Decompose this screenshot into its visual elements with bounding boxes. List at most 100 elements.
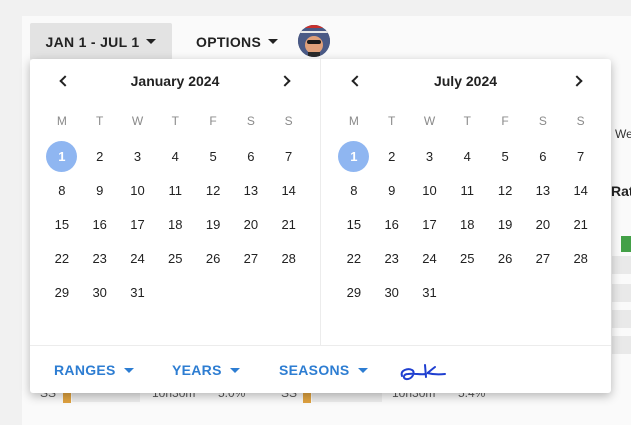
day-number: 3: [133, 148, 142, 164]
day-number: 11: [460, 182, 475, 198]
day-cell[interactable]: 28: [270, 241, 308, 275]
day-cell[interactable]: 8: [335, 173, 373, 207]
day-cell[interactable]: 27: [232, 241, 270, 275]
day-number: 30: [92, 284, 107, 300]
day-cell[interactable]: 30: [373, 275, 411, 309]
day-number: 18: [168, 216, 183, 232]
day-cell[interactable]: 15: [43, 207, 81, 241]
day-cell[interactable]: 13: [524, 173, 562, 207]
chevron-right-icon: [570, 75, 583, 87]
chevron-right-icon: [278, 75, 291, 87]
day-cell[interactable]: 23: [81, 241, 119, 275]
date-range-button[interactable]: JAN 1 - JUL 1: [30, 23, 172, 60]
day-cell[interactable]: 4: [448, 139, 486, 173]
calendar-start: January 2024 MTWTFSS 1 2 3 4 5 6 7 8 9 10 11 12 13 14…: [30, 59, 320, 345]
day-cell[interactable]: 13: [232, 173, 270, 207]
day-cell[interactable]: 12: [194, 173, 232, 207]
weekday-header: MTWTFSS: [43, 111, 308, 131]
day-cell[interactable]: 28: [562, 241, 600, 275]
day-number: 16: [384, 216, 399, 232]
day-cell[interactable]: 24: [119, 241, 157, 275]
day-cell[interactable]: 15: [335, 207, 373, 241]
background-row: [612, 256, 631, 274]
day-cell[interactable]: 12: [486, 173, 524, 207]
day-cell[interactable]: 2: [81, 139, 119, 173]
day-cell[interactable]: 16: [81, 207, 119, 241]
day-cell[interactable]: 30: [81, 275, 119, 309]
day-cell[interactable]: 21: [270, 207, 308, 241]
previous-month-button[interactable]: [344, 71, 366, 91]
day-cell[interactable]: 6: [232, 139, 270, 173]
day-number: 10: [130, 182, 145, 198]
day-cell[interactable]: 22: [335, 241, 373, 275]
day-cell-selected[interactable]: 1: [43, 139, 81, 173]
day-cell[interactable]: 20: [524, 207, 562, 241]
day-cell[interactable]: 20: [232, 207, 270, 241]
day-cell[interactable]: 7: [562, 139, 600, 173]
day-cell[interactable]: 16: [373, 207, 411, 241]
day-cell[interactable]: 25: [156, 241, 194, 275]
day-cell[interactable]: 9: [81, 173, 119, 207]
day-cell[interactable]: 29: [335, 275, 373, 309]
calendar-end: July 2024 MTWTFSS 1 2 3 4 5 6 7 8 9 10 11 12 13 14 15 1…: [320, 59, 610, 345]
seasons-button[interactable]: SEASONS: [279, 362, 368, 378]
ok-button[interactable]: [398, 362, 450, 389]
day-cell[interactable]: 31: [119, 275, 157, 309]
day-cell[interactable]: 11: [448, 173, 486, 207]
day-number: 30: [384, 284, 399, 300]
background-row: [612, 336, 631, 354]
day-cell[interactable]: 10: [119, 173, 157, 207]
day-cell[interactable]: 24: [411, 241, 449, 275]
day-cell[interactable]: 18: [448, 207, 486, 241]
day-cell[interactable]: 8: [43, 173, 81, 207]
day-number: 10: [422, 182, 437, 198]
day-cell[interactable]: 3: [411, 139, 449, 173]
day-cell[interactable]: 22: [43, 241, 81, 275]
avatar[interactable]: [298, 25, 330, 57]
day-number: 29: [346, 284, 362, 300]
day-cell[interactable]: 4: [156, 139, 194, 173]
day-cell[interactable]: 6: [524, 139, 562, 173]
day-number: 26: [497, 250, 513, 266]
day-cell[interactable]: 18: [156, 207, 194, 241]
weekday-label: T: [388, 114, 396, 128]
day-cell[interactable]: 26: [486, 241, 524, 275]
day-cell[interactable]: 23: [373, 241, 411, 275]
day-cell-selected[interactable]: 1: [335, 139, 373, 173]
day-cell[interactable]: 25: [448, 241, 486, 275]
day-cell[interactable]: 19: [194, 207, 232, 241]
day-grid: 1 2 3 4 5 6 7 8 9 10 11 12 13 14 15 16 17 18 19 20 21 22 23 24 2…: [43, 139, 308, 309]
next-month-button[interactable]: [275, 71, 297, 91]
day-cell[interactable]: 26: [194, 241, 232, 275]
day-number: 25: [168, 250, 183, 266]
day-cell[interactable]: 2: [373, 139, 411, 173]
day-number: 20: [535, 216, 551, 232]
day-cell[interactable]: 11: [156, 173, 194, 207]
day-cell[interactable]: 27: [524, 241, 562, 275]
next-month-button[interactable]: [567, 71, 589, 91]
day-cell[interactable]: 3: [119, 139, 157, 173]
day-cell[interactable]: 17: [119, 207, 157, 241]
day-cell[interactable]: 14: [562, 173, 600, 207]
day-cell[interactable]: 31: [411, 275, 449, 309]
day-number: 6: [247, 148, 255, 164]
day-cell[interactable]: 19: [486, 207, 524, 241]
day-cell[interactable]: 29: [43, 275, 81, 309]
day-cell[interactable]: 9: [373, 173, 411, 207]
chevron-left-icon: [58, 75, 71, 87]
day-cell[interactable]: 5: [194, 139, 232, 173]
day-cell[interactable]: 5: [486, 139, 524, 173]
day-cell[interactable]: 10: [411, 173, 449, 207]
previous-month-button[interactable]: [52, 71, 74, 91]
options-button[interactable]: OPTIONS: [186, 23, 288, 60]
chevron-left-icon: [350, 75, 363, 87]
ok-handwritten-icon: [400, 364, 446, 381]
day-cell[interactable]: 14: [270, 173, 308, 207]
day-number: 26: [205, 250, 221, 266]
day-cell[interactable]: 7: [270, 139, 308, 173]
day-cell[interactable]: 21: [562, 207, 600, 241]
ranges-button[interactable]: RANGES: [54, 362, 134, 378]
years-button[interactable]: YEARS: [172, 362, 240, 378]
day-number: 21: [573, 216, 588, 232]
day-cell[interactable]: 17: [411, 207, 449, 241]
